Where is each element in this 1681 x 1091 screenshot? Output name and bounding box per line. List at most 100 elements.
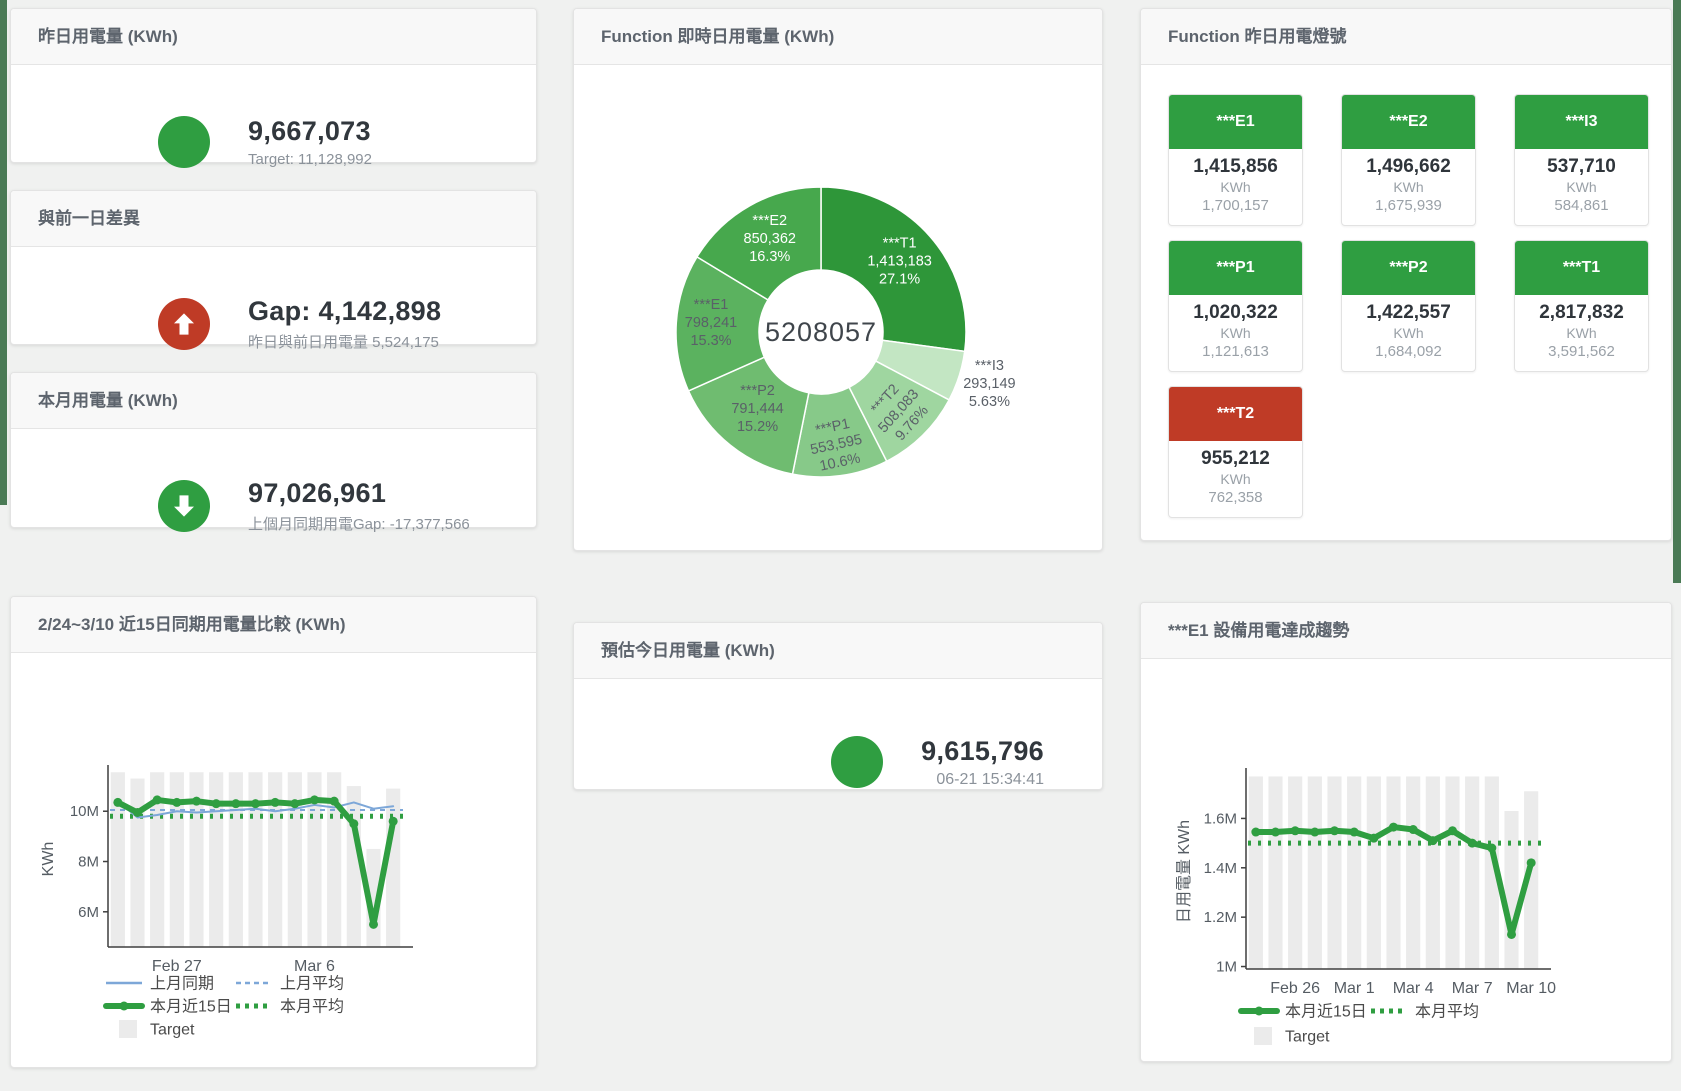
svg-text:本月近15日: 本月近15日 [150, 998, 232, 1016]
light-card-unit: KWh [1519, 179, 1644, 195]
panel-month-usage: 本月用電量 (KWh) 97,026,961 上個月同期用電Gap: -17,3… [10, 372, 537, 528]
svg-text:1.2M: 1.2M [1204, 909, 1237, 926]
light-card-target: 584,861 [1519, 197, 1644, 214]
light-card-body: 2,817,832KWh 3,591,562 [1515, 295, 1648, 371]
svg-text:1M: 1M [1216, 959, 1237, 976]
light-card-body: 955,212KWh 762,358 [1169, 441, 1302, 517]
svg-text:5208057: 5208057 [765, 317, 877, 347]
lights-grid: ***E11,415,856KWh1,700,157***E21,496,662… [1141, 65, 1671, 518]
status-circle-icon [158, 116, 210, 168]
panel-title: Function 昨日用電燈號 [1141, 9, 1671, 65]
light-card-value: 955,212 [1173, 448, 1298, 470]
light-card-value: 1,496,662 [1346, 156, 1471, 178]
svg-text:Feb 27: Feb 27 [152, 958, 202, 975]
dashboard: 昨日用電量 (KWh) 9,667,073 Target: 11,128,992… [0, 0, 1681, 1091]
yesterday-usage-value: 9,667,073 [248, 116, 372, 147]
light-card-target: 762,358 [1173, 489, 1298, 506]
panel-estimate-today: 預估今日用電量 (KWh) 9,615,796 06-21 15:34:41 [573, 622, 1103, 790]
svg-text:上月平均: 上月平均 [280, 975, 344, 993]
panel-e1-trend: ***E1 設備用電達成趨勢 1M 1.2M 1.4M 1.6M Feb 26 Mar 1… [1140, 602, 1672, 1062]
svg-text:本月平均: 本月平均 [280, 998, 344, 1016]
svg-text:1.6M: 1.6M [1204, 810, 1237, 827]
light-card-target: 1,675,939 [1346, 197, 1471, 214]
month-usage-value: 97,026,961 [248, 478, 470, 509]
svg-text:Feb 26: Feb 26 [1270, 980, 1320, 997]
light-card: ***T2 955,212KWh 762,358 [1168, 386, 1303, 518]
svg-text:Target: Target [1285, 1029, 1330, 1046]
svg-text:Mar 7: Mar 7 [1452, 980, 1493, 997]
yesterday-usage-target: Target: 11,128,992 [248, 151, 372, 168]
svg-text:Mar 1: Mar 1 [1334, 980, 1375, 997]
light-card-body: 1,496,662KWh 1,675,939 [1342, 149, 1475, 225]
svg-text:Target: Target [150, 1022, 195, 1039]
svg-text:8M: 8M [78, 854, 99, 871]
svg-text:Mar 10: Mar 10 [1506, 980, 1556, 997]
svg-text:1.4M: 1.4M [1204, 860, 1237, 877]
light-card-title: ***P2 [1342, 241, 1475, 295]
light-card-unit: KWh [1346, 179, 1471, 195]
light-card: ***E2 1,496,662KWh 1,675,939 [1341, 94, 1476, 226]
svg-text:日用電量 KWh: 日用電量 KWh [1176, 820, 1193, 923]
panel-title: 預估今日用電量 (KWh) [574, 623, 1102, 679]
svg-text:KWh: KWh [40, 842, 57, 877]
svg-text:10M: 10M [70, 803, 99, 820]
day-gap-value: Gap: 4,142,898 [248, 296, 441, 327]
light-card-target: 1,121,613 [1173, 343, 1298, 360]
panel-title: ***E1 設備用電達成趨勢 [1141, 603, 1671, 659]
svg-text:Mar 4: Mar 4 [1393, 980, 1434, 997]
svg-text:上月同期: 上月同期 [150, 975, 214, 993]
light-card: ***I3 537,710KWh 584,861 [1514, 94, 1649, 226]
compare-15day-chart: 6M 8M 10M Feb 27 Mar 6 KWh 上月同期 上月平均本月近15日 本月平均 T… [11, 653, 536, 1067]
light-card-title: ***P1 [1169, 241, 1302, 295]
light-card-value: 1,422,557 [1346, 302, 1471, 324]
panel-realtime-donut: Function 即時日用電量 (KWh) ***T11,413,18327.1… [573, 8, 1103, 551]
panel-title: 與前一日差異 [11, 191, 536, 247]
light-card-body: 1,415,856KWh1,700,157 [1169, 149, 1302, 225]
svg-text:6M: 6M [78, 904, 99, 921]
light-card-title: ***E1 [1169, 95, 1302, 149]
light-card-value: 1,020,322 [1173, 302, 1298, 324]
light-card-value: 537,710 [1519, 156, 1644, 178]
svg-text:***I3293,1495.63%: ***I3293,1495.63% [963, 358, 1015, 410]
light-card-unit: KWh [1346, 325, 1471, 341]
light-card: ***T1 2,817,832KWh 3,591,562 [1514, 240, 1649, 372]
panel-yesterday-lights: Function 昨日用電燈號 ***E11,415,856KWh1,700,1… [1140, 8, 1672, 541]
panel-yesterday-usage: 昨日用電量 (KWh) 9,667,073 Target: 11,128,992 [10, 8, 537, 163]
day-gap-subtext: 昨日與前日用電量 5,524,175 [248, 331, 441, 352]
estimate-today-value: 9,615,796 [921, 736, 1044, 767]
light-card-unit: KWh [1173, 325, 1298, 341]
svg-text:本月近15日: 本月近15日 [1285, 1003, 1367, 1021]
left-edge-strip [0, 0, 7, 505]
light-card-body: 537,710KWh 584,861 [1515, 149, 1648, 225]
panel-title: Function 即時日用電量 (KWh) [574, 9, 1102, 65]
estimate-timestamp: 06-21 15:34:41 [921, 771, 1044, 789]
light-card-title: ***T2 [1169, 387, 1302, 441]
light-card-unit: KWh [1519, 325, 1644, 341]
light-card-value: 1,415,856 [1173, 156, 1298, 178]
light-card-target: 1,700,157 [1173, 197, 1298, 214]
panel-title: 本月用電量 (KWh) [11, 373, 536, 429]
light-card-unit: KWh [1173, 471, 1298, 487]
light-card-body: 1,422,557KWh 1,684,092 [1342, 295, 1475, 371]
arrow-down-icon [158, 480, 210, 532]
status-circle-icon [831, 736, 883, 788]
light-card-target: 1,684,092 [1346, 343, 1471, 360]
light-card-body: 1,020,322KWh 1,121,613 [1169, 295, 1302, 371]
scrollbar[interactable] [1673, 0, 1681, 583]
light-card: ***E11,415,856KWh1,700,157 [1168, 94, 1303, 226]
svg-text:本月平均: 本月平均 [1415, 1003, 1479, 1021]
light-card-target: 3,591,562 [1519, 343, 1644, 360]
light-card-value: 2,817,832 [1519, 302, 1644, 324]
arrow-up-icon [158, 298, 210, 350]
light-card: ***P2 1,422,557KWh 1,684,092 [1341, 240, 1476, 372]
svg-text:Mar 6: Mar 6 [294, 958, 335, 975]
light-card: ***P1 1,020,322KWh 1,121,613 [1168, 240, 1303, 372]
realtime-usage-donut-chart: ***T11,413,18327.1%***I3293,1495.63%***T… [574, 65, 1102, 551]
panel-title: 2/24~3/10 近15日同期用電量比較 (KWh) [11, 597, 536, 653]
panel-title: 昨日用電量 (KWh) [11, 9, 536, 65]
e1-trend-chart: 1M 1.2M 1.4M 1.6M Feb 26 Mar 1 Mar 4 Mar 7 Mar 1… [1141, 659, 1671, 1061]
light-card-title: ***I3 [1515, 95, 1648, 149]
month-usage-subtext: 上個月同期用電Gap: -17,377,566 [248, 513, 470, 534]
light-card-title: ***E2 [1342, 95, 1475, 149]
light-card-title: ***T1 [1515, 241, 1648, 295]
